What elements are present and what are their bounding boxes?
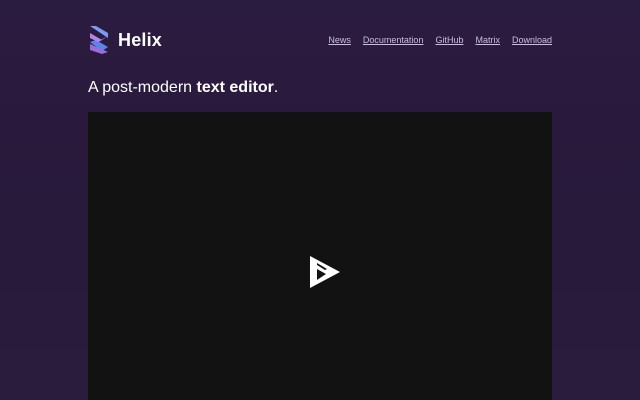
asciinema-play-icon[interactable] <box>307 253 343 291</box>
tagline-suffix: . <box>273 79 279 96</box>
nav-link-matrix[interactable]: Matrix <box>475 35 500 45</box>
site-header: Helix News Documentation GitHub Matrix D… <box>88 22 552 58</box>
tagline-bold: text editor <box>196 79 274 96</box>
helix-logo-icon <box>90 26 108 54</box>
nav-link-news[interactable]: News <box>328 35 351 45</box>
nav-link-github[interactable]: GitHub <box>435 35 463 45</box>
page: Helix News Documentation GitHub Matrix D… <box>0 0 640 400</box>
brand-name: Helix <box>118 29 163 50</box>
nav-link-download[interactable]: Download <box>512 35 552 45</box>
tagline-prefix: A post-modern <box>88 79 197 96</box>
nav-link-documentation[interactable]: Documentation <box>363 35 424 45</box>
tagline: A post-modern text editor. <box>88 79 278 97</box>
main-nav: News Documentation GitHub Matrix Downloa… <box>328 35 552 45</box>
brand-link[interactable]: Helix <box>88 24 162 56</box>
